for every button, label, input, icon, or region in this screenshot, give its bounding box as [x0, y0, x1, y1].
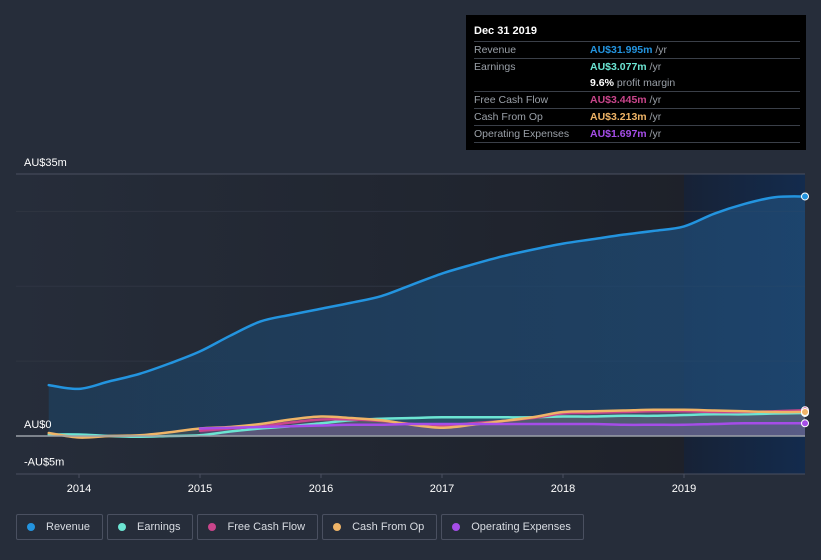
tooltip-label: Cash From Op — [474, 111, 543, 123]
legend-dot-icon — [452, 523, 461, 531]
y-tick-label: AU$0 — [24, 419, 52, 431]
legend-label: Revenue — [46, 521, 91, 533]
legend-item-revenue[interactable]: Revenue — [16, 514, 104, 540]
legend-label: Operating Expenses — [471, 521, 571, 533]
legend-item-free-cash-flow[interactable]: Free Cash Flow — [197, 514, 319, 540]
x-tick-label: 2016 — [309, 483, 333, 495]
tooltip-row: 9.6% profit margin — [474, 75, 800, 92]
tooltip-label: Free Cash Flow — [474, 94, 549, 106]
marker-operating-expenses — [801, 419, 809, 428]
tooltip-row: Earnings AU$3.077m /yr — [474, 59, 800, 75]
tooltip-label: Operating Expenses — [474, 128, 570, 140]
tooltip-unit: /yr — [646, 111, 662, 123]
tooltip-row: Revenue AU$31.995m /yr — [474, 42, 800, 59]
x-tick-label: 2014 — [67, 483, 91, 495]
tooltip-label: Revenue — [474, 44, 517, 56]
tooltip-unit: /yr — [646, 128, 662, 140]
legend-label: Cash From Op — [352, 521, 425, 533]
marker-cash-from-op — [801, 407, 809, 416]
legend-dot-icon — [27, 523, 35, 531]
tooltip-value: AU$1.697m — [590, 128, 647, 140]
tooltip-unit: profit margin — [613, 77, 676, 89]
x-tick-label: 2018 — [551, 483, 575, 495]
tooltip: Dec 31 2019 Revenue AU$31.995m /yr Earning… — [466, 15, 806, 150]
marker-revenue — [801, 192, 809, 201]
tooltip-unit: /yr — [652, 44, 668, 56]
x-tick-label: 2017 — [430, 483, 454, 495]
legend-dot-icon — [118, 523, 127, 531]
y-tick-label: AU$35m — [24, 157, 67, 169]
tooltip-value: AU$3.445m — [590, 94, 647, 106]
tooltip-value: 9.6% — [590, 77, 614, 89]
tooltip-value: AU$3.077m — [590, 61, 647, 73]
tooltip-unit: /yr — [646, 94, 662, 106]
x-tick-label: 2019 — [672, 483, 696, 495]
tooltip-row: Free Cash Flow AU$3.445m /yr — [474, 92, 800, 109]
legend-label: Free Cash Flow — [227, 521, 306, 533]
legend: Revenue Earnings Free Cash Flow Cash From O… — [16, 514, 584, 540]
tooltip-label: Earnings — [474, 61, 516, 73]
legend-item-earnings[interactable]: Earnings — [107, 514, 194, 540]
tooltip-date: Dec 31 2019 — [474, 23, 800, 42]
tooltip-value: AU$3.213m — [590, 111, 647, 123]
legend-label: Earnings — [137, 521, 181, 533]
legend-dot-icon — [333, 523, 342, 531]
tooltip-label — [474, 75, 590, 91]
legend-dot-icon — [208, 523, 217, 531]
legend-item-operating-expenses[interactable]: Operating Expenses — [441, 514, 584, 540]
tooltip-unit: /yr — [646, 61, 662, 73]
x-tick-label: 2015 — [188, 483, 212, 495]
tooltip-value: AU$31.995m — [590, 44, 653, 56]
y-tick-label: -AU$5m — [24, 456, 64, 468]
tooltip-row: Cash From Op AU$3.213m /yr — [474, 109, 800, 126]
tooltip-row: Operating Expenses AU$1.697m /yr — [474, 126, 800, 143]
legend-item-cash-from-op[interactable]: Cash From Op — [322, 514, 438, 540]
